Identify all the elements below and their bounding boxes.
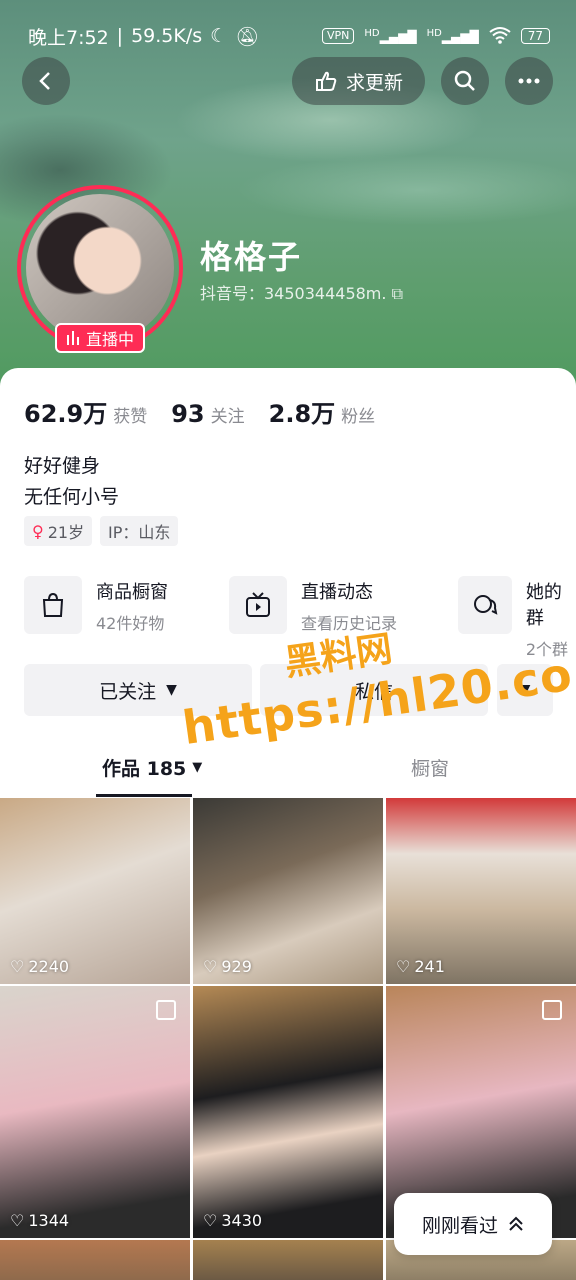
- search-icon: [454, 70, 475, 91]
- more-dots-icon: [518, 78, 540, 84]
- multi-image-icon: [542, 1000, 562, 1020]
- tab-showcase[interactable]: 橱窗: [411, 754, 449, 781]
- douyin-id[interactable]: 抖音号：3450344458m. ⧉: [200, 280, 403, 304]
- more-button[interactable]: [505, 57, 553, 105]
- status-time: 晚上7:52: [28, 26, 109, 49]
- live-bars-icon: [66, 331, 79, 345]
- thumb-pointer-icon: [315, 71, 337, 91]
- caret-down-icon: ▼: [166, 682, 177, 698]
- stat-following[interactable]: 93 关注: [171, 400, 244, 428]
- status-bar: 晚上7:52 | 59.5K/s ☾ 🔕︎ VPN HD▂▄▆█ HD▂▄▆█ …: [0, 0, 576, 56]
- heart-icon: ♡: [396, 957, 411, 976]
- profile-name: 格格子: [200, 238, 303, 276]
- tab-works[interactable]: 作品 185 ▼: [102, 754, 202, 781]
- video-tile[interactable]: ♡ 1344: [0, 986, 190, 1238]
- feature-groups[interactable]: 她的群 2个群: [458, 576, 576, 659]
- stat-followers[interactable]: 2.8万 粉丝: [269, 394, 376, 429]
- heart-icon: ♡: [10, 957, 25, 976]
- heart-icon: ♡: [203, 957, 218, 976]
- bio-line-2: 无任何小号: [24, 486, 120, 508]
- recently-viewed-button[interactable]: 刚刚看过: [394, 1193, 552, 1255]
- copy-icon: ⧉: [391, 284, 404, 303]
- caret-down-icon: ▼: [192, 760, 203, 775]
- female-icon: ♀: [32, 521, 44, 541]
- feature-showcase[interactable]: 商品橱窗 42件好物: [24, 576, 168, 636]
- like-count: ♡ 2240: [10, 957, 70, 976]
- chat-bubbles-icon: [458, 576, 512, 634]
- video-tile[interactable]: ♡ 2240: [0, 798, 190, 984]
- stat-likes[interactable]: 62.9万 获赞: [24, 394, 147, 429]
- video-tile[interactable]: ♡ 241: [386, 798, 576, 984]
- profile-stats: 62.9万 获赞 93 关注 2.8万 粉丝: [24, 394, 399, 429]
- ip-tag: IP：山东: [100, 516, 179, 546]
- tv-play-icon: [229, 576, 287, 634]
- like-count: ♡ 929: [203, 957, 252, 976]
- request-update-button[interactable]: 求更新: [292, 57, 425, 105]
- video-tile[interactable]: [0, 1240, 190, 1280]
- like-count: ♡ 3430: [203, 1211, 263, 1230]
- profile-tabs: 作品 185 ▼ 橱窗: [0, 754, 576, 797]
- message-button[interactable]: 私信: [260, 664, 488, 716]
- signal-icon-2: HD▂▄▆█: [426, 28, 479, 44]
- like-count: ♡ 241: [396, 957, 445, 976]
- wifi-icon: [489, 26, 511, 47]
- video-tile[interactable]: [193, 1240, 383, 1280]
- heart-icon: ♡: [203, 1211, 218, 1230]
- bio-line-1: 好好健身: [24, 455, 101, 477]
- network-speed: 59.5K/s: [131, 25, 203, 47]
- back-button[interactable]: [22, 57, 70, 105]
- like-count: ♡ 1344: [10, 1211, 70, 1230]
- tab-indicator: [96, 794, 192, 797]
- video-tile[interactable]: ♡ 3430: [193, 986, 383, 1238]
- moon-icon: ☾: [210, 25, 228, 47]
- double-chevron-up-icon: [509, 1216, 523, 1231]
- search-button[interactable]: [441, 57, 489, 105]
- vpn-icon: VPN: [322, 28, 355, 44]
- mute-icon: 🔕︎: [235, 25, 260, 48]
- signal-icon: HD▂▄▆█: [364, 28, 417, 44]
- multi-image-icon: [156, 1000, 176, 1020]
- more-dropdown-button[interactable]: ▼: [497, 664, 553, 716]
- chevron-left-icon: [39, 72, 50, 90]
- heart-icon: ♡: [10, 1211, 25, 1230]
- age-tag: ♀ 21岁: [24, 516, 93, 546]
- live-badge[interactable]: 直播中: [55, 323, 145, 353]
- video-tile[interactable]: ♡ 929: [193, 798, 383, 984]
- avatar-image: [26, 194, 174, 342]
- battery-icon: 77: [520, 28, 550, 44]
- followed-button[interactable]: 已关注 ▼: [24, 664, 252, 716]
- shopping-bag-icon: [24, 576, 82, 634]
- caret-down-icon: ▼: [519, 682, 531, 698]
- feature-live-history[interactable]: 直播动态 查看历史记录: [229, 576, 397, 636]
